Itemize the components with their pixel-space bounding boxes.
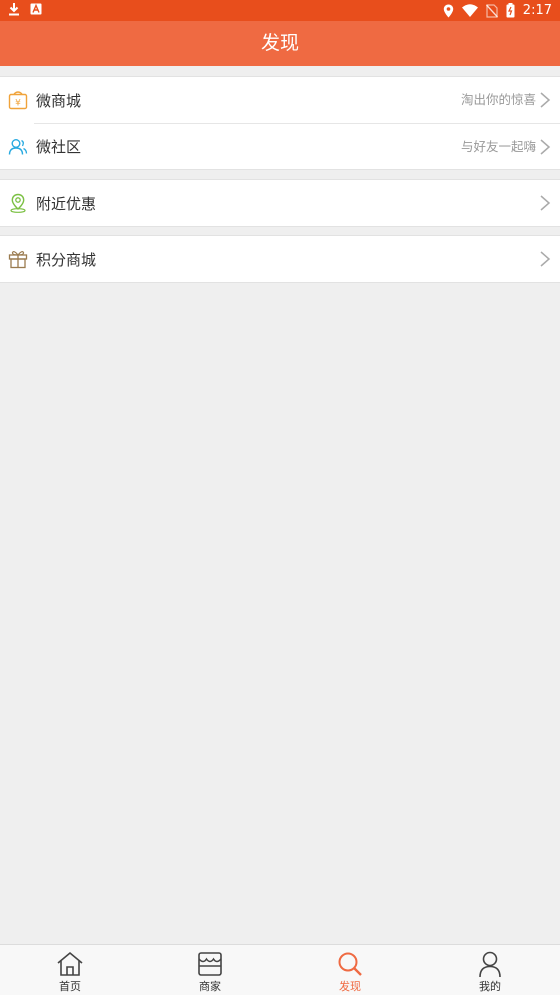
menu-group-mall-community: ¥ 微商城 淘出你的惊喜 微社区 与好友一起嗨 bbox=[0, 76, 560, 170]
tab-label: 首页 bbox=[59, 980, 81, 993]
tab-label: 发现 bbox=[339, 980, 361, 993]
no-sim-icon bbox=[485, 3, 498, 18]
tab-home[interactable]: 首页 bbox=[0, 945, 140, 995]
chevron-right-icon bbox=[540, 139, 551, 155]
shop-bag-icon: ¥ bbox=[8, 91, 28, 110]
menu-item-label: 附近优惠 bbox=[36, 194, 97, 213]
tab-discover[interactable]: 发现 bbox=[280, 945, 420, 995]
menu-item-hint: 与好友一起嗨 bbox=[460, 139, 536, 154]
battery-icon bbox=[506, 3, 515, 18]
profile-icon bbox=[479, 951, 501, 978]
menu-item-hint: 淘出你的惊喜 bbox=[460, 92, 536, 107]
notification-a-icon bbox=[30, 3, 42, 15]
store-icon bbox=[198, 952, 222, 976]
tab-label: 商家 bbox=[199, 980, 221, 993]
tab-label: 我的 bbox=[479, 980, 501, 993]
menu-item-nearby-deals[interactable]: 附近优惠 bbox=[0, 180, 560, 226]
clock: 2:17 bbox=[522, 3, 552, 18]
menu-item-label: 积分商城 bbox=[36, 250, 97, 269]
header: 发现 bbox=[0, 21, 560, 66]
chevron-right-icon bbox=[540, 195, 551, 211]
home-icon bbox=[57, 951, 83, 976]
location-pin-icon bbox=[443, 4, 453, 17]
wifi-icon bbox=[461, 4, 478, 17]
menu-item-micro-mall[interactable]: ¥ 微商城 淘出你的惊喜 bbox=[0, 77, 560, 123]
menu-group-nearby: 附近优惠 bbox=[0, 179, 560, 227]
menu-item-points-mall[interactable]: 积分商城 bbox=[0, 236, 560, 282]
menu-group-points: 积分商城 bbox=[0, 235, 560, 283]
page-title: 发现 bbox=[260, 32, 299, 54]
tab-merchants[interactable]: 商家 bbox=[140, 945, 280, 995]
menu-item-label: 微商城 bbox=[36, 91, 82, 110]
search-icon bbox=[338, 952, 362, 976]
chevron-right-icon bbox=[540, 92, 551, 108]
bottom-tab-bar: 首页 商家 发现 我的 bbox=[0, 944, 560, 995]
tab-profile[interactable]: 我的 bbox=[420, 945, 560, 995]
menu-item-micro-community[interactable]: 微社区 与好友一起嗨 bbox=[8, 123, 560, 169]
download-icon bbox=[9, 3, 19, 16]
gift-icon bbox=[8, 251, 28, 269]
users-icon bbox=[8, 139, 28, 155]
status-bar: 2:17 bbox=[0, 0, 560, 21]
location-icon bbox=[10, 193, 26, 213]
svg-text:¥: ¥ bbox=[15, 99, 21, 109]
chevron-right-icon bbox=[540, 251, 551, 267]
menu-item-label: 微社区 bbox=[36, 138, 82, 156]
